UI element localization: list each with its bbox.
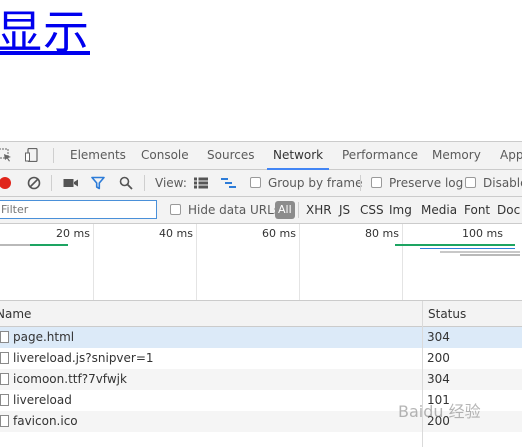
table-row[interactable]: livereload.js?snipver=1 200: [0, 348, 522, 369]
filter-type-doc[interactable]: Doc: [497, 197, 520, 223]
waterfall-icon[interactable]: [221, 177, 237, 189]
tab-performance[interactable]: Performance: [342, 142, 418, 169]
preserve-log-checkbox[interactable]: [371, 177, 382, 188]
inspect-element-icon[interactable]: [0, 148, 12, 162]
filter-type-media[interactable]: Media: [421, 197, 457, 223]
clear-icon[interactable]: [27, 176, 41, 190]
preserve-log-label: Preserve log: [389, 176, 464, 190]
filter-type-all[interactable]: All: [275, 201, 295, 219]
tab-application[interactable]: App: [500, 142, 522, 169]
timing-bar: [395, 244, 515, 246]
document-icon: [0, 331, 9, 343]
group-by-frame-label: Group by frame: [268, 176, 363, 190]
request-status: 200: [427, 351, 450, 365]
filter-type-css[interactable]: CSS: [360, 197, 384, 223]
request-name: livereload: [13, 393, 72, 407]
requests-table: Name Status page.html 304 livereload.js?…: [0, 301, 522, 447]
separator: [144, 175, 145, 191]
grid-divider: [196, 224, 197, 300]
column-header-name-label: Name: [0, 307, 32, 321]
separator: [298, 202, 299, 218]
request-name: favicon.ico: [13, 414, 78, 428]
devtools-tabbar: Elements Console Sources Network Perform…: [0, 142, 522, 170]
filter-type-js[interactable]: JS: [339, 197, 350, 223]
grid-divider: [299, 224, 300, 300]
large-rows-icon[interactable]: [194, 177, 208, 189]
capture-screenshots-icon[interactable]: [63, 177, 79, 189]
document-icon: [0, 394, 9, 406]
watermark: Baidu 经验: [398, 402, 481, 421]
filter-bar: Hide data URLs All XHR JS CSS Img Media …: [0, 197, 522, 224]
filter-input[interactable]: [0, 200, 157, 219]
page-heading: 显示: [0, 5, 90, 59]
tab-console[interactable]: Console: [141, 142, 189, 169]
tick-label: 40 ms: [159, 227, 193, 240]
tab-elements[interactable]: Elements: [70, 142, 126, 169]
group-by-frame-checkbox[interactable]: [250, 177, 261, 188]
tab-memory[interactable]: Memory: [432, 142, 481, 169]
tab-sources[interactable]: Sources: [207, 142, 254, 169]
hide-data-urls-label: Hide data URLs: [188, 203, 281, 217]
network-overview[interactable]: 20 ms 40 ms 60 ms 80 ms 100 ms: [0, 224, 522, 301]
column-header-status-label: Status: [428, 307, 467, 321]
filter-type-xhr[interactable]: XHR: [306, 197, 332, 223]
timing-bar: [420, 248, 515, 249]
request-name: icomoon.ttf?7vfwjk: [13, 372, 127, 386]
view-label: View:: [155, 176, 187, 190]
hide-data-urls-checkbox[interactable]: [170, 204, 181, 215]
grid-divider: [93, 224, 94, 300]
search-icon[interactable]: [119, 176, 133, 190]
timing-bar: [440, 251, 520, 253]
record-icon[interactable]: [0, 176, 12, 190]
filter-icon[interactable]: [91, 176, 105, 190]
tick-label: 80 ms: [365, 227, 399, 240]
tab-network[interactable]: Network: [266, 142, 330, 170]
column-header-name[interactable]: Name: [0, 301, 422, 327]
document-icon: [0, 415, 9, 427]
tick-label: 20 ms: [56, 227, 90, 240]
timing-bar: [0, 244, 30, 246]
tick-label: 60 ms: [262, 227, 296, 240]
request-name: page.html: [13, 330, 75, 344]
filter-type-img[interactable]: Img: [389, 197, 412, 223]
document-icon: [0, 352, 9, 364]
request-status: 304: [427, 330, 450, 344]
table-row[interactable]: icomoon.ttf?7vfwjk 304: [0, 369, 522, 390]
column-divider: [422, 301, 423, 447]
column-header-status[interactable]: Status: [422, 301, 522, 327]
disable-cache-checkbox[interactable]: [465, 177, 476, 188]
tick-label: 100 ms: [462, 227, 503, 240]
filter-type-font[interactable]: Font: [464, 197, 490, 223]
separator: [360, 175, 361, 191]
request-name: livereload.js?snipver=1: [13, 351, 154, 365]
separator: [53, 148, 54, 163]
device-toolbar-icon[interactable]: [25, 148, 39, 162]
disable-cache-label: Disable: [483, 176, 522, 190]
separator: [51, 175, 52, 191]
timing-bar: [460, 254, 520, 256]
grid-divider: [402, 224, 403, 300]
network-toolbar: View: Group by frame Preserve log Disabl…: [0, 170, 522, 197]
table-row[interactable]: page.html 304: [0, 327, 522, 348]
timing-bar: [30, 244, 68, 246]
document-icon: [0, 373, 9, 385]
request-status: 304: [427, 372, 450, 386]
